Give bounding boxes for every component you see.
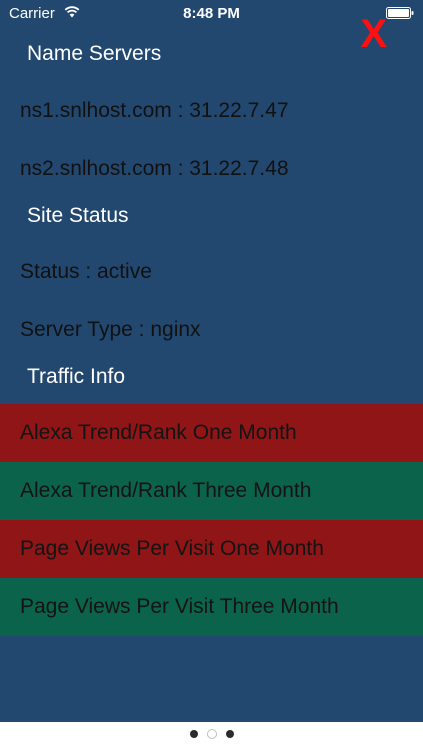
status-value: Status : active (20, 260, 152, 283)
page-dot[interactable] (189, 730, 198, 738)
page-dot[interactable] (207, 730, 216, 738)
server-type-value: Server Type : nginx (20, 318, 201, 341)
nameserver-1: ns1.snlhost.com : 31.22.7.47 (20, 99, 289, 122)
nameserver-2: ns2.snlhost.com : 31.22.7.48 (20, 157, 289, 180)
close-button[interactable]: X (360, 10, 387, 58)
page-views-three-month-row[interactable]: Page Views Per Visit Three Month (0, 578, 423, 636)
alexa-rank-three-month-row[interactable]: Alexa Trend/Rank Three Month (0, 462, 423, 520)
alexa-rank-one-month-row[interactable]: Alexa Trend/Rank One Month (0, 404, 423, 462)
page-dot[interactable] (225, 730, 234, 738)
page-views-one-month-row[interactable]: Page Views Per Visit One Month (0, 520, 423, 578)
battery-icon (386, 7, 414, 19)
page-control-bar (0, 722, 423, 750)
name-servers-heading: Name Servers (27, 42, 162, 65)
site-status-heading: Site Status (27, 204, 129, 227)
traffic-info-heading: Traffic Info (27, 365, 126, 388)
page-control[interactable] (0, 730, 423, 738)
